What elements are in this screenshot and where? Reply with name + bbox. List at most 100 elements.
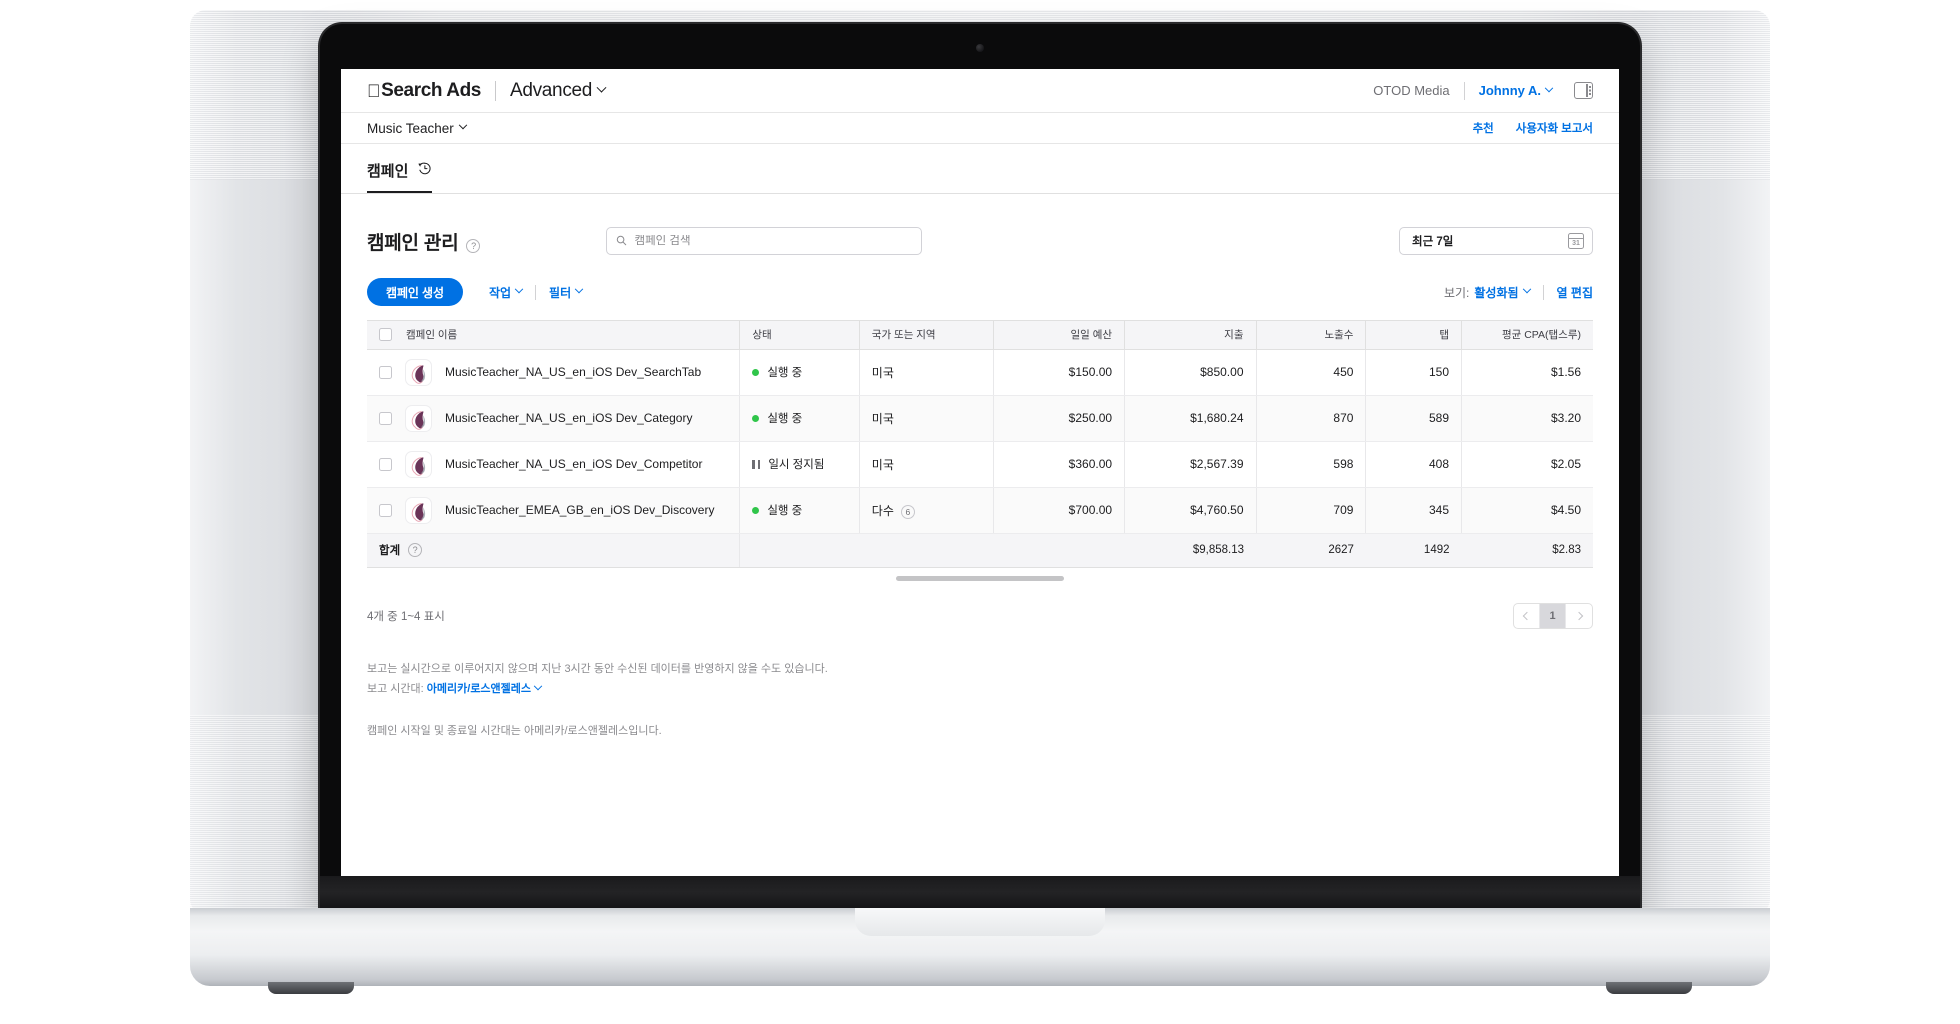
row-checkbox[interactable]	[379, 458, 392, 471]
col-avg-cpa[interactable]: 평균 CPA(탭스루)	[1462, 321, 1593, 349]
cell-total-daily-budget	[993, 533, 1124, 567]
view-selector[interactable]: 활성화됨	[1474, 284, 1529, 301]
campaign-name-label[interactable]: MusicTeacher_NA_US_en_iOS Dev_Competitor	[445, 457, 702, 471]
cell-status: 일시 정지됨	[740, 441, 859, 487]
select-all-checkbox[interactable]	[379, 328, 392, 341]
edit-columns-button[interactable]: 열 편집	[1557, 284, 1593, 301]
campaign-name-label[interactable]: MusicTeacher_NA_US_en_iOS Dev_Category	[445, 411, 692, 425]
search-box[interactable]	[606, 227, 922, 255]
status-label: 실행 중	[767, 364, 802, 380]
page-head: 캠페인 관리? 최근 7일 31	[341, 194, 1619, 266]
cell-status: 실행 중	[740, 395, 859, 441]
reporting-delay-note: 보고는 실시간으로 이루어지지 않으며 지난 3시간 동안 수신된 데이터를 반…	[367, 659, 1593, 679]
campaign-name-label[interactable]: MusicTeacher_EMEA_GB_en_iOS Dev_Discover…	[445, 503, 714, 517]
col-impressions[interactable]: 노출수	[1256, 321, 1366, 349]
country-count-badge[interactable]: 6	[901, 505, 915, 519]
account-selector[interactable]: Music Teacher	[367, 121, 466, 136]
cell-daily-budget: $360.00	[993, 441, 1124, 487]
col-country[interactable]: 국가 또는 지역	[859, 321, 993, 349]
app-icon	[405, 359, 432, 386]
row-checkbox[interactable]	[379, 504, 392, 517]
view-value-label: 활성화됨	[1474, 284, 1518, 301]
chevron-down-icon	[597, 83, 607, 93]
account-name-label: Music Teacher	[367, 121, 454, 136]
country-label: 미국	[872, 412, 894, 426]
actions-menu[interactable]: 작업	[489, 284, 522, 301]
toolbar-divider	[1543, 285, 1544, 300]
cell-total-taps: 1492	[1366, 533, 1462, 567]
tab-campaigns[interactable]: 캠페인	[367, 160, 432, 193]
help-icon[interactable]: ?	[466, 239, 480, 253]
chevron-down-icon	[515, 285, 523, 293]
cell-campaign-name: MusicTeacher_NA_US_en_iOS Dev_SearchTab	[367, 349, 740, 395]
status-label: 실행 중	[767, 502, 802, 518]
pagination-prev[interactable]	[1514, 604, 1540, 628]
table-header: 캠페인 이름 상태 국가 또는 지역 일일 예산 지출 노출수 탭 평균 CPA…	[367, 321, 1593, 349]
header-divider	[1464, 82, 1465, 100]
cell-spend: $1,680.24	[1125, 395, 1256, 441]
timezone-selector[interactable]: 아메리카/로스앤젤레스	[427, 679, 541, 699]
status-label: 일시 정지됨	[768, 456, 824, 472]
cell-total-avg-cpa: $2.83	[1462, 533, 1593, 567]
search-ads-app:  Search Ads Advanced OTOD Media Johnny …	[341, 69, 1619, 876]
campaigns-table-wrapper: 캠페인 이름 상태 국가 또는 지역 일일 예산 지출 노출수 탭 평균 CPA…	[367, 320, 1593, 568]
cell-impressions: 450	[1256, 349, 1366, 395]
status-badge: 일시 정지됨	[752, 456, 846, 472]
plan-label: Advanced	[510, 80, 592, 102]
user-name: Johnny A.	[1479, 83, 1541, 98]
screenshot-stage:  Search Ads Advanced OTOD Media Johnny …	[0, 0, 1960, 1024]
cell-total-impressions: 2627	[1256, 533, 1366, 567]
col-taps[interactable]: 탭	[1366, 321, 1462, 349]
date-range-picker[interactable]: 최근 7일 31	[1399, 227, 1593, 255]
app-icon	[405, 451, 432, 478]
toolbar-divider	[535, 285, 536, 300]
cell-taps: 408	[1366, 441, 1462, 487]
row-checkbox[interactable]	[379, 412, 392, 425]
search-input[interactable]	[634, 235, 912, 247]
status-dot-icon	[752, 507, 759, 514]
brand-logo[interactable]:  Search Ads	[367, 80, 481, 102]
col-spend[interactable]: 지출	[1125, 321, 1256, 349]
table-footer: 4개 중 1~4 표시 1 보고는 실시간으로 이루어지지 않	[341, 581, 1619, 742]
tab-strip: 캠페인	[341, 144, 1619, 194]
app-icon	[405, 405, 432, 432]
chevron-down-icon	[459, 121, 467, 129]
cell-status: 실행 중	[740, 349, 859, 395]
cell-total-country	[859, 533, 993, 567]
table-toolbar: 캠페인 생성 작업 필터 보기: 활성화됨	[341, 266, 1619, 320]
custom-reports-link[interactable]: 사용자화 보고서	[1516, 120, 1593, 136]
campaign-name-label[interactable]: MusicTeacher_NA_US_en_iOS Dev_SearchTab	[445, 365, 701, 379]
cell-avg-cpa: $2.05	[1462, 441, 1593, 487]
cell-daily-budget: $250.00	[993, 395, 1124, 441]
table-row[interactable]: MusicTeacher_NA_US_en_iOS Dev_SearchTab …	[367, 349, 1593, 395]
user-menu[interactable]: Johnny A.	[1479, 83, 1552, 98]
horizontal-scrollbar-thumb[interactable]	[896, 576, 1064, 581]
row-checkbox[interactable]	[379, 366, 392, 379]
pause-icon	[752, 460, 760, 469]
laptop-lid:  Search Ads Advanced OTOD Media Johnny …	[320, 24, 1640, 916]
clock-history-icon[interactable]	[417, 161, 432, 180]
table-row[interactable]: MusicTeacher_EMEA_GB_en_iOS Dev_Discover…	[367, 487, 1593, 533]
status-badge: 실행 중	[752, 502, 846, 518]
col-status[interactable]: 상태	[740, 321, 859, 349]
sidebar-panel-icon[interactable]	[1574, 82, 1593, 99]
cell-daily-budget: $150.00	[993, 349, 1124, 395]
brand-divider	[495, 81, 496, 101]
col-daily-budget[interactable]: 일일 예산	[993, 321, 1124, 349]
table-row[interactable]: MusicTeacher_NA_US_en_iOS Dev_Competitor…	[367, 441, 1593, 487]
campaigns-table: 캠페인 이름 상태 국가 또는 지역 일일 예산 지출 노출수 탭 평균 CPA…	[367, 321, 1593, 568]
cell-country: 다수6	[859, 487, 993, 533]
table-row[interactable]: MusicTeacher_NA_US_en_iOS Dev_Category 실…	[367, 395, 1593, 441]
total-help-icon[interactable]: ?	[408, 543, 422, 557]
plan-selector[interactable]: Advanced	[510, 80, 605, 102]
search-icon	[616, 234, 627, 249]
create-campaign-button[interactable]: 캠페인 생성	[367, 278, 463, 306]
pagination-next[interactable]	[1566, 604, 1592, 628]
filter-menu[interactable]: 필터	[549, 284, 582, 301]
timezone-note: 보고 시간대: 아메리카/로스앤젤레스	[367, 679, 1593, 699]
cell-impressions: 870	[1256, 395, 1366, 441]
laptop-base	[190, 908, 1770, 986]
cell-impressions: 598	[1256, 441, 1366, 487]
pagination-page-1[interactable]: 1	[1540, 604, 1566, 628]
recommendations-link[interactable]: 추천	[1473, 120, 1494, 136]
